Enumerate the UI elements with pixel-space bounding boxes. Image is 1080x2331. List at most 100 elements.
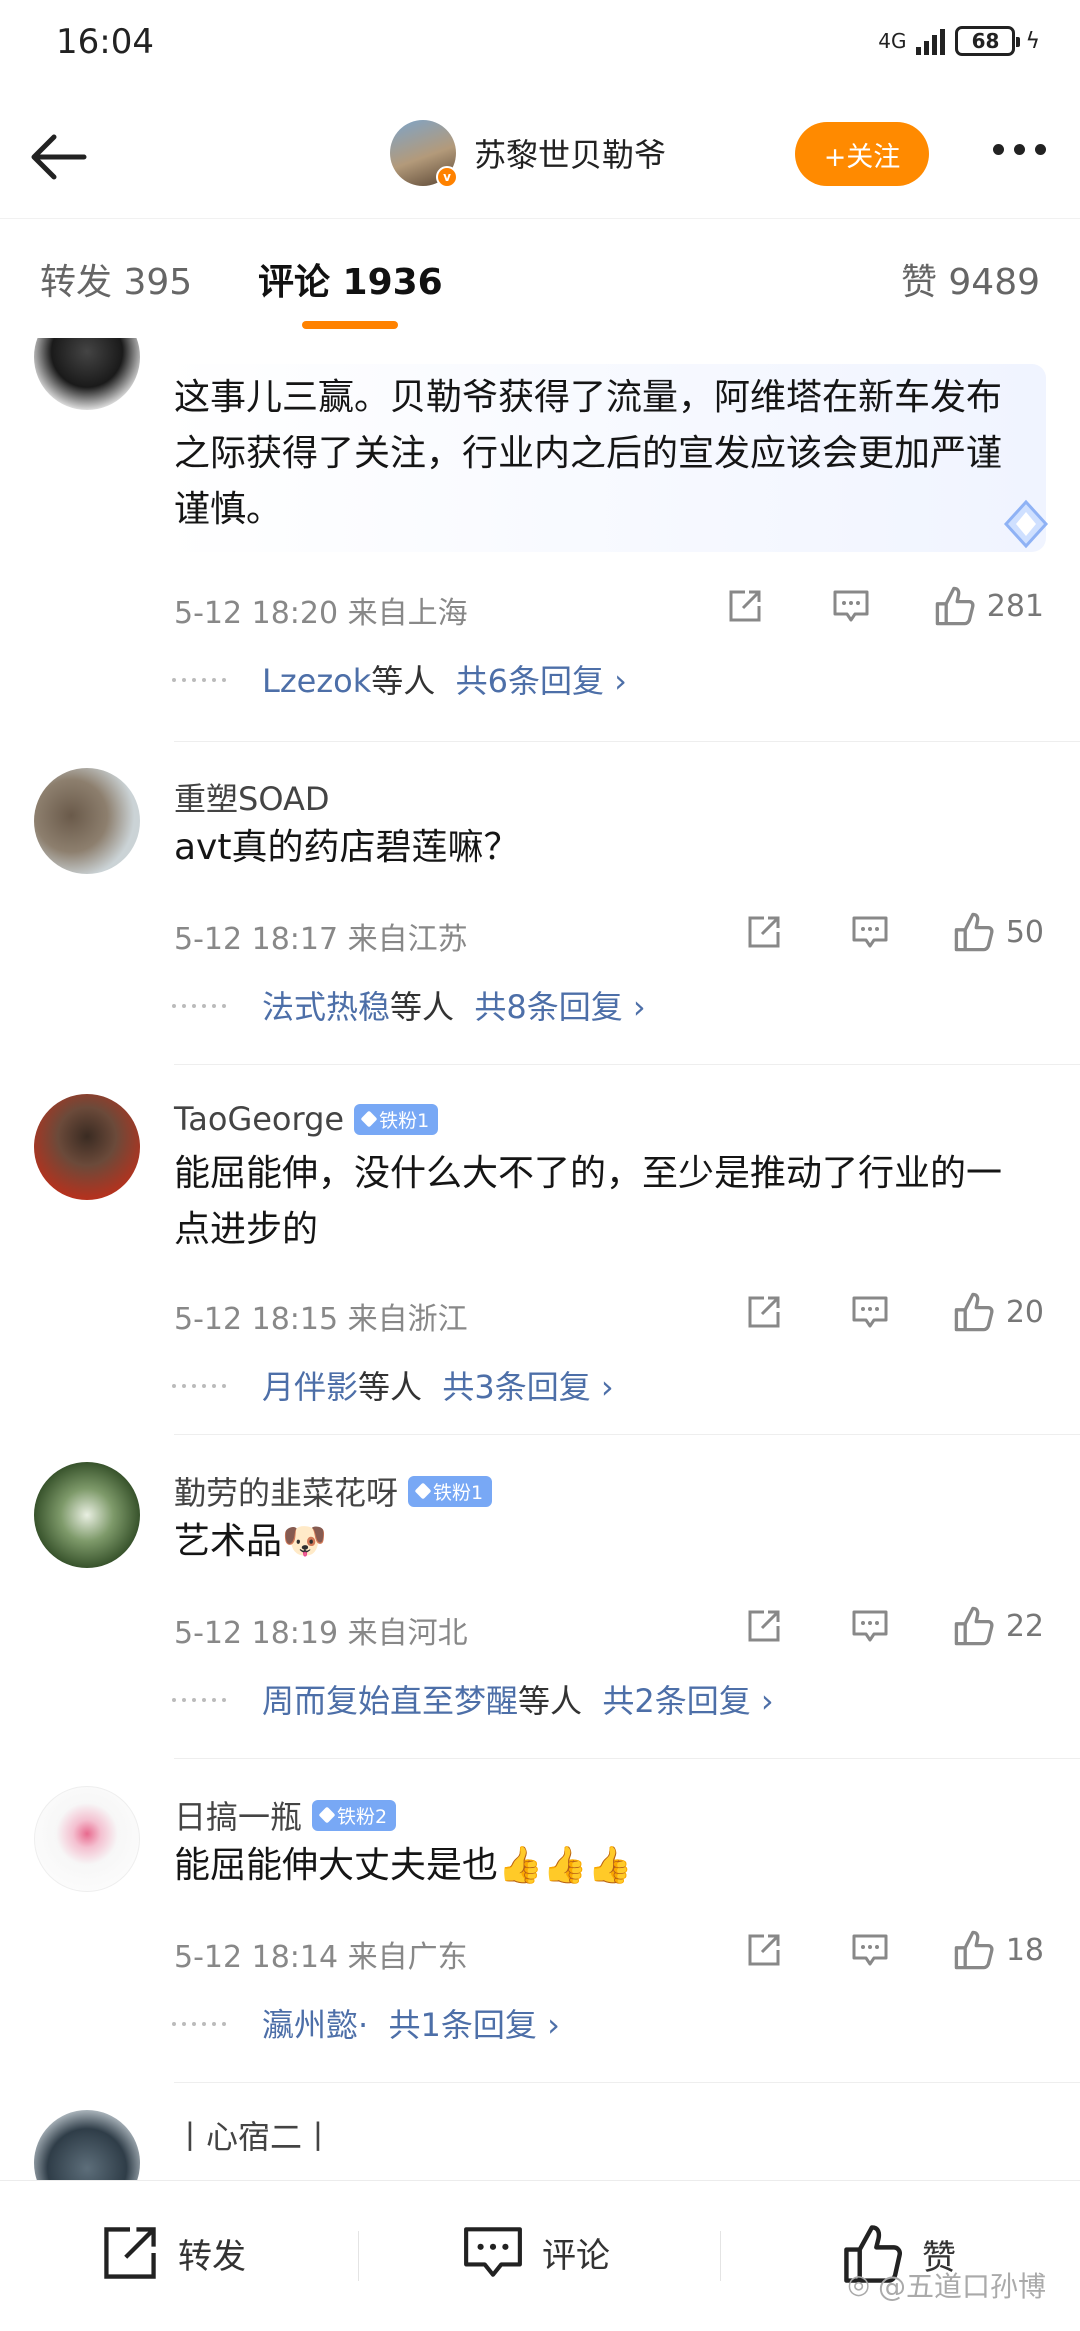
thumbs-up-icon: [954, 1292, 994, 1332]
like-button[interactable]: 22: [952, 1604, 1044, 1648]
username[interactable]: TaoGeorge 铁粉1: [174, 1100, 439, 1138]
comment-meta: 5-12 18:20 来自上海 281: [174, 584, 1054, 634]
share-icon[interactable]: [725, 586, 765, 626]
comment-item: TaoGeorge 铁粉1 能屈能伸，没什么大不了的，至少是推动了行业的一点进步的…: [0, 1094, 1080, 1444]
username[interactable]: 重塑SOAD: [174, 774, 329, 820]
comment-item: 丨心宿二丨: [0, 2110, 1080, 2180]
avatar[interactable]: [34, 2110, 140, 2180]
verified-icon: v: [436, 166, 458, 188]
reply-count: 共3条回复 ›: [442, 1368, 614, 1406]
comment-icon[interactable]: [850, 1606, 890, 1646]
tab-bar: 转发 395 评论 1936 赞 9489: [0, 218, 1080, 338]
comment-label: 评论: [542, 2235, 610, 2276]
reply-summary[interactable]: 周而复始直至梦醒等人 共2条回复 ›: [172, 1676, 774, 1722]
back-arrow-icon[interactable]: [24, 122, 94, 192]
reply-count: 共8条回复 ›: [474, 988, 646, 1026]
comment-meta: 5-12 18:17 来自江苏 50: [174, 910, 1054, 960]
like-count: 50: [1005, 914, 1044, 950]
comment-text: 艺术品🐶: [174, 1521, 327, 1562]
comment-meta: 5-12 18:19 来自河北 22: [174, 1604, 1054, 1654]
comment-actions: 281: [659, 584, 1044, 628]
username-text: 重塑SOAD: [174, 780, 330, 818]
reply-users: 瀛州懿·: [262, 2006, 369, 2044]
reply-users: 周而复始直至梦醒: [262, 1682, 519, 1720]
share-icon[interactable]: [744, 912, 784, 952]
divider: [174, 741, 1080, 742]
comment-time: 5-12 18:20 来自上海: [174, 596, 468, 631]
comment-time: 5-12 18:14 来自广东: [174, 1940, 468, 1975]
status-bar: 16:04 4G 68 ϟ: [0, 0, 1080, 90]
nav-bar: v 苏黎世贝勒爷 +关注: [0, 100, 1080, 210]
comment-item: 日搞一瓶 铁粉2 能屈能伸大丈夫是也👍👍👍 5-12 18:14 来自广东 18 …: [0, 1786, 1080, 2086]
thumbs-up-icon: [954, 1606, 994, 1646]
like-button[interactable]: 50: [952, 910, 1044, 954]
comment-icon[interactable]: [850, 1930, 890, 1970]
like-count: 22: [1005, 1608, 1044, 1644]
reply-count: 共1条回复 ›: [388, 2006, 560, 2044]
avatar[interactable]: [34, 1786, 140, 1892]
comment-text: 这事儿三赢。贝勒爷获得了流量，阿维塔在新车发布之际获得了关注，行业内之后的宣发应…: [174, 377, 1003, 530]
avatar[interactable]: [34, 338, 140, 410]
repost-button[interactable]: 转发: [100, 2223, 246, 2283]
username[interactable]: 丨心宿二丨: [174, 2112, 334, 2158]
username-text: 日搞一瓶: [174, 1798, 303, 1836]
status-indicators: 4G 68 ϟ: [878, 26, 1040, 56]
reply-summary[interactable]: 瀛州懿· 共1条回复 ›: [172, 2000, 560, 2046]
comment-item: 勤劳的韭菜花呀 铁粉1 艺术品🐶 5-12 18:19 来自河北 22 周而复始直…: [0, 1462, 1080, 1762]
comment-icon[interactable]: [850, 912, 890, 952]
follow-button[interactable]: +关注: [795, 122, 929, 186]
like-count: 18: [1005, 1932, 1044, 1968]
tab-like[interactable]: 赞 9489: [901, 253, 1040, 305]
status-time: 16:04: [56, 22, 154, 62]
thumbs-up-icon: [954, 1930, 994, 1970]
avatar[interactable]: v: [390, 120, 458, 188]
comment-icon[interactable]: [831, 586, 871, 626]
comment-icon[interactable]: [850, 1292, 890, 1332]
comment-actions: 20: [678, 1290, 1044, 1334]
comment-item: 重塑SOAD avt真的药店碧莲嘛？ 5-12 18:17 来自江苏 50 法式…: [0, 768, 1080, 1068]
share-icon[interactable]: [744, 1292, 784, 1332]
username[interactable]: 勤劳的韭菜花呀 铁粉1: [174, 1468, 493, 1514]
username[interactable]: 日搞一瓶 铁粉2: [174, 1792, 397, 1838]
share-icon[interactable]: [744, 1930, 784, 1970]
comment-meta: 5-12 18:14 来自广东 18: [174, 1928, 1054, 1978]
divider: [174, 1064, 1080, 1065]
reply-summary[interactable]: 月伴影等人 共3条回复 ›: [172, 1362, 614, 1408]
comment-button[interactable]: 评论: [462, 2223, 610, 2281]
profile-title[interactable]: v 苏黎世贝勒爷: [390, 120, 667, 188]
page-title: 苏黎世贝勒爷: [474, 136, 667, 174]
thumbs-up-icon: [954, 912, 994, 952]
tab-repost[interactable]: 转发 395: [40, 253, 192, 305]
reply-count: 共2条回复 ›: [602, 1682, 774, 1720]
active-tab-indicator: [302, 321, 398, 329]
comment-time: 5-12 18:19 来自河北: [174, 1616, 468, 1651]
like-count: 20: [1005, 1294, 1044, 1330]
comment-text: 能屈能伸，没什么大不了的，至少是推动了行业的一点进步的: [174, 1153, 1003, 1250]
like-button[interactable]: 20: [952, 1290, 1044, 1334]
reply-summary[interactable]: 法式热稳等人 共8条回复 ›: [172, 982, 646, 1028]
avatar[interactable]: [34, 1462, 140, 1568]
comment-meta: 5-12 18:15 来自浙江 20: [174, 1290, 1054, 1340]
reply-users: 法式热稳: [262, 988, 391, 1026]
like-button[interactable]: 281: [933, 584, 1044, 628]
reply-count: 共6条回复 ›: [455, 662, 627, 700]
comment-list[interactable]: 这事儿三赢。贝勒爷获得了流量，阿维塔在新车发布之际获得了关注，行业内之后的宣发应…: [0, 338, 1080, 2180]
reply-users: Lzezok: [262, 662, 372, 700]
like-button[interactable]: 18: [952, 1928, 1044, 1972]
divider: [174, 1434, 1080, 1435]
network-label: 4G: [878, 29, 907, 53]
repost-label: 转发: [178, 2236, 246, 2277]
signal-icon: [916, 27, 946, 55]
fan-badge: 铁粉2: [312, 1799, 397, 1831]
avatar[interactable]: [34, 1094, 140, 1200]
share-icon[interactable]: [744, 1606, 784, 1646]
avatar[interactable]: [34, 768, 140, 874]
comment-time: 5-12 18:17 来自江苏: [174, 922, 468, 957]
more-dots-icon[interactable]: [993, 144, 1046, 155]
reply-suffix: 等人: [518, 1682, 583, 1720]
comment-icon: [464, 2227, 522, 2277]
divider: [174, 2082, 1080, 2083]
reply-summary[interactable]: Lzezok等人 共6条回复 ›: [172, 656, 627, 702]
divider: [720, 2231, 721, 2281]
comment-actions: 18: [678, 1928, 1044, 1972]
